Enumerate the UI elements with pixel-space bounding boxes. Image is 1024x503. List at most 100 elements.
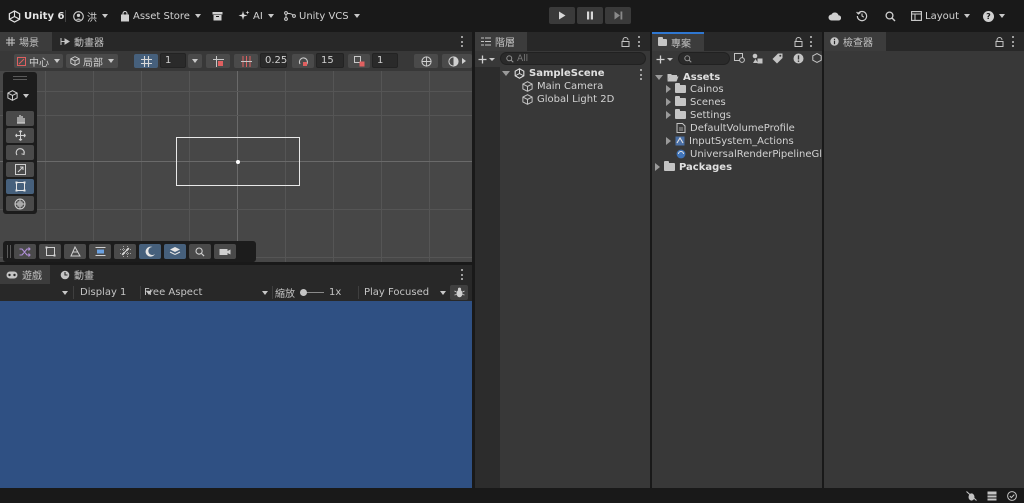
play-button[interactable] <box>549 7 575 24</box>
chevron-right-icon[interactable] <box>666 98 671 106</box>
rect-select-tool-button[interactable] <box>39 244 61 259</box>
progress-check-icon[interactable] <box>1007 491 1017 501</box>
tab-project[interactable]: 專案 <box>652 32 704 51</box>
moon-tool-button[interactable] <box>139 244 161 259</box>
cache-server-icon[interactable] <box>987 491 997 501</box>
drag-handle[interactable] <box>7 245 8 258</box>
undo-history-button[interactable] <box>856 8 868 24</box>
snap-to-grid-button[interactable] <box>206 54 230 68</box>
chevron-down-icon[interactable] <box>655 74 663 80</box>
unity-logo-menu[interactable]: Unity 6 <box>8 8 64 24</box>
more-options-icon[interactable] <box>1012 36 1015 47</box>
sprite-shape-tool-button[interactable] <box>64 244 86 259</box>
lock-icon[interactable] <box>995 37 1004 47</box>
chevron-down-icon[interactable] <box>502 70 510 76</box>
pause-button[interactable] <box>577 7 603 24</box>
asset-store-button[interactable]: Asset Store <box>120 8 201 24</box>
cloud-button[interactable] <box>828 8 841 24</box>
scene-options-icon[interactable] <box>640 69 643 80</box>
slider-thumb[interactable] <box>300 289 307 296</box>
increment-snap-button[interactable] <box>234 54 258 68</box>
help-button[interactable]: ? <box>983 8 1005 24</box>
packages-row[interactable]: Packages <box>655 161 732 173</box>
scale-tool-button[interactable] <box>6 162 34 177</box>
account-button[interactable]: 洪 <box>73 8 108 24</box>
pivot-center-dropdown[interactable]: 中心 <box>14 54 63 69</box>
game-viewport[interactable] <box>0 301 472 488</box>
grid-toggle-button[interactable] <box>134 54 158 68</box>
drag-handle[interactable] <box>13 76 27 77</box>
space-local-dropdown[interactable]: 局部 <box>66 54 118 69</box>
more-options-icon[interactable] <box>638 36 641 47</box>
aspect-dropdown[interactable]: Free Aspect <box>144 286 268 299</box>
bug-off-icon[interactable] <box>966 491 977 501</box>
shuffle-tool-button[interactable] <box>14 244 36 259</box>
search-by-type-icon[interactable] <box>734 53 746 64</box>
chevron-right-icon[interactable] <box>666 85 671 93</box>
scale-snap-button[interactable] <box>348 54 370 68</box>
chevron-right-icon[interactable] <box>655 163 660 171</box>
more-options-icon[interactable] <box>810 36 813 47</box>
tab-hierarchy[interactable]: 階層 <box>475 32 527 51</box>
zoom-tool-button[interactable] <box>189 244 211 259</box>
project-item[interactable]: DefaultVolumeProfile <box>676 122 795 134</box>
filter-by-label-icon[interactable] <box>752 53 763 64</box>
hierarchy-search-input[interactable]: All <box>500 52 646 65</box>
drag-handle[interactable] <box>10 245 11 258</box>
project-item[interactable]: InputSystem_Actions <box>666 135 794 147</box>
game-view-type-dropdown[interactable] <box>60 286 68 299</box>
rotate-snap-button[interactable] <box>292 54 314 68</box>
search-button[interactable] <box>885 8 896 24</box>
camera-tool-button[interactable] <box>214 244 236 259</box>
project-item[interactable]: UniversalRenderPipelineGlob <box>676 148 834 160</box>
align-tool-button[interactable] <box>89 244 111 259</box>
step-button[interactable] <box>605 7 631 24</box>
project-item[interactable]: Scenes <box>666 96 726 108</box>
grid-paint-tool-button[interactable] <box>114 244 136 259</box>
lock-icon[interactable] <box>621 37 630 47</box>
rect-tool-button[interactable] <box>6 179 34 194</box>
project-item[interactable]: Cainos <box>666 83 724 95</box>
grid-size-field[interactable]: 1 <box>160 53 186 68</box>
display-dropdown[interactable]: Display 1 <box>80 286 153 299</box>
transform-tool-button[interactable] <box>6 196 34 211</box>
warning-filter-icon[interactable] <box>793 53 804 64</box>
project-create-button[interactable] <box>656 53 673 66</box>
play-mode-dropdown[interactable]: Play Focused <box>364 286 446 299</box>
scene-root-row[interactable]: SampleScene <box>502 67 605 79</box>
tab-animator[interactable]: 動畫器 <box>54 32 112 51</box>
create-button[interactable] <box>478 53 495 66</box>
hierarchy-item[interactable]: Main Camera <box>522 80 603 92</box>
scene-gizmo-button[interactable] <box>414 54 438 68</box>
chevron-right-icon[interactable] <box>666 111 671 119</box>
scale-snap-field[interactable]: 1 <box>372 53 398 68</box>
scene-view-options-button[interactable] <box>442 54 472 68</box>
light-gizmo[interactable] <box>236 160 240 164</box>
layers-tool-button[interactable] <box>164 244 186 259</box>
move-tool-button[interactable] <box>6 128 34 143</box>
debug-button[interactable] <box>450 285 468 300</box>
grid-options-dropdown[interactable] <box>188 54 202 68</box>
rotate-tool-button[interactable] <box>6 145 34 160</box>
lock-icon[interactable] <box>794 37 803 47</box>
tool-mode-dropdown[interactable] <box>7 90 29 101</box>
chevron-right-icon[interactable] <box>666 137 671 145</box>
project-item[interactable]: Settings <box>666 109 731 121</box>
tab-inspector[interactable]: 檢查器 <box>824 32 886 51</box>
layout-dropdown[interactable]: Layout <box>911 8 970 24</box>
hidden-packages-icon[interactable] <box>812 53 822 64</box>
package-manager-button[interactable] <box>212 8 223 24</box>
tab-game[interactable]: 遊戲 <box>0 265 50 284</box>
more-options-icon[interactable] <box>461 269 464 280</box>
hierarchy-item[interactable]: Global Light 2D <box>522 93 614 105</box>
hand-tool-button[interactable] <box>6 111 34 126</box>
version-control-button[interactable]: Unity VCS <box>284 8 360 24</box>
tab-scene[interactable]: 場景 <box>0 32 52 51</box>
move-snap-field[interactable]: 0.25 <box>260 53 287 68</box>
rotate-snap-field[interactable]: 15 <box>316 53 344 68</box>
scene-viewport[interactable] <box>0 71 472 262</box>
ai-button[interactable]: AI <box>238 8 274 24</box>
tag-icon[interactable] <box>772 53 783 64</box>
scale-slider[interactable] <box>300 288 324 297</box>
tab-animation[interactable]: 動畫 <box>54 265 100 284</box>
